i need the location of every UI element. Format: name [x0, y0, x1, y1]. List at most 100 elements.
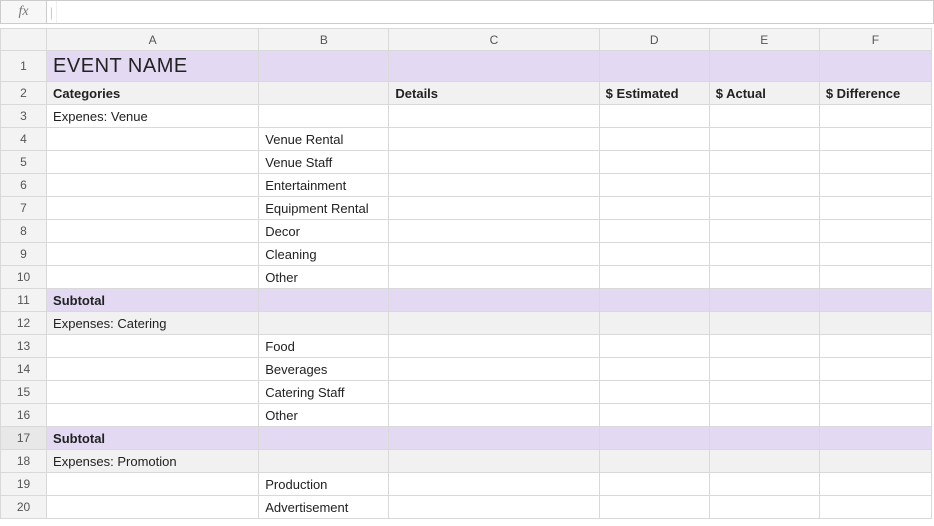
- row-header-4[interactable]: 4: [1, 128, 47, 151]
- cell-D11[interactable]: [599, 289, 709, 312]
- cell-F19[interactable]: [819, 473, 931, 496]
- cell-F12[interactable]: [819, 312, 931, 335]
- row-header-16[interactable]: 16: [1, 404, 47, 427]
- cell-D13[interactable]: [599, 335, 709, 358]
- cell-D4[interactable]: [599, 128, 709, 151]
- row-header-12[interactable]: 12: [1, 312, 47, 335]
- cell-A13[interactable]: [47, 335, 259, 358]
- cell-B19[interactable]: Production: [259, 473, 389, 496]
- row-header-2[interactable]: 2: [1, 82, 47, 105]
- cell-E15[interactable]: [709, 381, 819, 404]
- cell-A6[interactable]: [47, 174, 259, 197]
- cell-D6[interactable]: [599, 174, 709, 197]
- col-header-F[interactable]: F: [819, 29, 931, 51]
- cell-C1[interactable]: [389, 51, 599, 82]
- row-header-6[interactable]: 6: [1, 174, 47, 197]
- cell-C16[interactable]: [389, 404, 599, 427]
- cell-F20[interactable]: [819, 496, 931, 519]
- row-header-13[interactable]: 13: [1, 335, 47, 358]
- cell-B1[interactable]: [259, 51, 389, 82]
- row-header-20[interactable]: 20: [1, 496, 47, 519]
- cell-B4[interactable]: Venue Rental: [259, 128, 389, 151]
- fx-icon[interactable]: fx: [1, 1, 47, 23]
- cell-C8[interactable]: [389, 220, 599, 243]
- cell-E13[interactable]: [709, 335, 819, 358]
- cell-B16[interactable]: Other: [259, 404, 389, 427]
- cell-D20[interactable]: [599, 496, 709, 519]
- cell-B7[interactable]: Equipment Rental: [259, 197, 389, 220]
- cell-A8[interactable]: [47, 220, 259, 243]
- cell-E9[interactable]: [709, 243, 819, 266]
- cell-A20[interactable]: [47, 496, 259, 519]
- cell-F6[interactable]: [819, 174, 931, 197]
- cell-A10[interactable]: [47, 266, 259, 289]
- cell-A7[interactable]: [47, 197, 259, 220]
- row-header-8[interactable]: 8: [1, 220, 47, 243]
- cell-E19[interactable]: [709, 473, 819, 496]
- cell-C18[interactable]: [389, 450, 599, 473]
- cell-E5[interactable]: [709, 151, 819, 174]
- cell-A12[interactable]: Expenses: Catering: [47, 312, 259, 335]
- cell-D12[interactable]: [599, 312, 709, 335]
- cell-E7[interactable]: [709, 197, 819, 220]
- cell-D9[interactable]: [599, 243, 709, 266]
- cell-F14[interactable]: [819, 358, 931, 381]
- cell-A14[interactable]: [47, 358, 259, 381]
- cell-D14[interactable]: [599, 358, 709, 381]
- cell-A11[interactable]: Subtotal: [47, 289, 259, 312]
- col-header-A[interactable]: A: [47, 29, 259, 51]
- cell-F17[interactable]: [819, 427, 931, 450]
- select-all-corner[interactable]: [1, 29, 47, 51]
- col-header-D[interactable]: D: [599, 29, 709, 51]
- cell-B2[interactable]: [259, 82, 389, 105]
- cell-B6[interactable]: Entertainment: [259, 174, 389, 197]
- formula-input[interactable]: [57, 1, 933, 23]
- row-header-19[interactable]: 19: [1, 473, 47, 496]
- row-header-15[interactable]: 15: [1, 381, 47, 404]
- cell-A1[interactable]: EVENT NAME: [47, 51, 259, 82]
- cell-F5[interactable]: [819, 151, 931, 174]
- cell-D8[interactable]: [599, 220, 709, 243]
- cell-D10[interactable]: [599, 266, 709, 289]
- cell-D5[interactable]: [599, 151, 709, 174]
- cell-A17[interactable]: Subtotal: [47, 427, 259, 450]
- cell-B18[interactable]: [259, 450, 389, 473]
- cell-D2[interactable]: $ Estimated: [599, 82, 709, 105]
- cell-A3[interactable]: Expenes: Venue: [47, 105, 259, 128]
- cell-B5[interactable]: Venue Staff: [259, 151, 389, 174]
- cell-E14[interactable]: [709, 358, 819, 381]
- cell-F9[interactable]: [819, 243, 931, 266]
- cell-D19[interactable]: [599, 473, 709, 496]
- cell-F3[interactable]: [819, 105, 931, 128]
- cell-B11[interactable]: [259, 289, 389, 312]
- cell-B14[interactable]: Beverages: [259, 358, 389, 381]
- cell-B17[interactable]: [259, 427, 389, 450]
- cell-E16[interactable]: [709, 404, 819, 427]
- row-header-11[interactable]: 11: [1, 289, 47, 312]
- cell-B12[interactable]: [259, 312, 389, 335]
- cell-C19[interactable]: [389, 473, 599, 496]
- cell-B13[interactable]: Food: [259, 335, 389, 358]
- row-header-7[interactable]: 7: [1, 197, 47, 220]
- cell-B9[interactable]: Cleaning: [259, 243, 389, 266]
- cell-F15[interactable]: [819, 381, 931, 404]
- cell-C5[interactable]: [389, 151, 599, 174]
- cell-E20[interactable]: [709, 496, 819, 519]
- cell-D3[interactable]: [599, 105, 709, 128]
- cell-F8[interactable]: [819, 220, 931, 243]
- cell-F2[interactable]: $ Difference: [819, 82, 931, 105]
- cell-E1[interactable]: [709, 51, 819, 82]
- cell-B15[interactable]: Catering Staff: [259, 381, 389, 404]
- cell-A19[interactable]: [47, 473, 259, 496]
- cell-A16[interactable]: [47, 404, 259, 427]
- cell-E3[interactable]: [709, 105, 819, 128]
- cell-E6[interactable]: [709, 174, 819, 197]
- cell-A18[interactable]: Expenses: Promotion: [47, 450, 259, 473]
- cell-C12[interactable]: [389, 312, 599, 335]
- cell-E10[interactable]: [709, 266, 819, 289]
- col-header-B[interactable]: B: [259, 29, 389, 51]
- cell-C15[interactable]: [389, 381, 599, 404]
- row-header-17[interactable]: 17: [1, 427, 47, 450]
- cell-D16[interactable]: [599, 404, 709, 427]
- cell-E12[interactable]: [709, 312, 819, 335]
